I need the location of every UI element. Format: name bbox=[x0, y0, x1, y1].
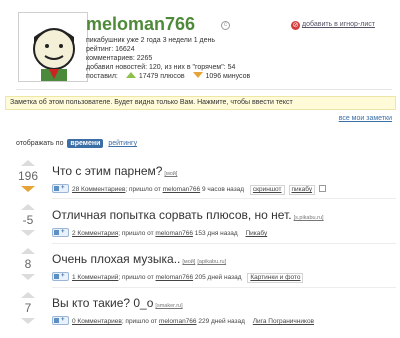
downvote-arrow-icon[interactable] bbox=[21, 186, 35, 192]
post-age: 205 дней назад bbox=[194, 274, 242, 281]
plus-arrow-icon bbox=[125, 72, 136, 78]
post-item: 7 Вы кто такие? 0_о [smaker.ru] +0 Коммен… bbox=[12, 292, 396, 337]
stat-line: добавил новостей: 120, из них в "горячем… bbox=[86, 64, 236, 71]
downvote-arrow-icon[interactable] bbox=[21, 274, 35, 280]
post-title-line: Вы кто такие? 0_о [smaker.ru] bbox=[52, 296, 183, 310]
username[interactable]: meloman766 bbox=[86, 14, 195, 35]
posted-by-label: ; пришло от bbox=[118, 274, 154, 281]
post-age: 229 дней назад bbox=[198, 318, 245, 325]
vote-box: -5 bbox=[12, 204, 44, 236]
post-domain[interactable]: [smaker.ru] bbox=[155, 303, 182, 309]
post-title[interactable]: Отличная попытка сорвать плюсов, но нет. bbox=[52, 208, 292, 222]
pluses-count: 17479 плюсов bbox=[138, 73, 185, 80]
post-title[interactable]: Вы кто такие? 0_о bbox=[52, 296, 153, 310]
post-domain[interactable]: [s.pikabu.ru] bbox=[294, 215, 324, 221]
post-title-line: Очень плохая музыка.. [мой] [apikabu.ru] bbox=[52, 252, 226, 266]
author-link[interactable]: meloman766 bbox=[156, 274, 194, 281]
votes-given: поставил: 17479 плюсов 1096 минусов bbox=[86, 72, 250, 81]
author-link[interactable]: meloman766 bbox=[159, 318, 197, 325]
vote-box: 7 bbox=[12, 292, 44, 324]
posted-by-label: ; пришло от bbox=[125, 186, 161, 193]
vote-box: 196 bbox=[12, 160, 44, 192]
comments-toggle-icon[interactable]: + bbox=[52, 316, 69, 325]
post-title[interactable]: Очень плохая музыка.. bbox=[52, 252, 180, 266]
tag-link[interactable]: Лига Пограничников bbox=[253, 318, 314, 325]
post-meta: +1 Комментарий; пришло от meloman766 205… bbox=[52, 272, 304, 283]
divider bbox=[52, 243, 396, 244]
tag-link[interactable]: Пикабу bbox=[245, 230, 267, 237]
post-age: 9 часов назад bbox=[201, 186, 245, 193]
profile-card: meloman766 c ⊘ добавить в игнор-лист пика… bbox=[16, 10, 392, 90]
post-score: 8 bbox=[24, 257, 32, 271]
select-checkbox[interactable] bbox=[319, 185, 327, 192]
comments-link[interactable]: 1 Комментарий bbox=[72, 274, 118, 281]
post-score: -5 bbox=[22, 213, 34, 227]
post-domain[interactable]: [мой] bbox=[164, 171, 177, 177]
comments-link[interactable]: 0 Комментариев bbox=[72, 318, 122, 325]
info-icon[interactable]: c bbox=[221, 21, 230, 30]
vote-box: 8 bbox=[12, 248, 44, 280]
comments-link[interactable]: 2 Комментария bbox=[72, 230, 118, 237]
stat-line: комментариев: 2265 bbox=[86, 55, 153, 62]
comments-toggle-icon[interactable]: + bbox=[52, 272, 69, 281]
stat-line: пикабушник уже 2 года 3 недели 1 день bbox=[86, 37, 216, 44]
user-note-field[interactable]: Заметка об этом пользователе. Будет видн… bbox=[5, 96, 396, 110]
minuses-count: 1096 минусов bbox=[205, 73, 251, 80]
comments-toggle-icon[interactable]: + bbox=[52, 228, 69, 237]
sort-controls: отображать по времени рейтингу bbox=[16, 139, 137, 148]
post-title-line: Что с этим парнем? [мой] bbox=[52, 164, 177, 178]
author-link[interactable]: meloman766 bbox=[163, 186, 201, 193]
upvote-arrow-icon[interactable] bbox=[21, 204, 35, 210]
minus-arrow-icon bbox=[192, 72, 203, 78]
post-meta: +28 Комментариев; пришло от meloman766 9… bbox=[52, 184, 327, 195]
gave-label: поставил: bbox=[86, 73, 118, 80]
block-icon: ⊘ bbox=[291, 21, 300, 30]
upvote-arrow-icon[interactable] bbox=[21, 248, 35, 254]
divider bbox=[52, 287, 396, 288]
tag-link[interactable]: пикабу bbox=[288, 185, 316, 195]
post-title[interactable]: Что с этим парнем? bbox=[52, 164, 162, 178]
upvote-arrow-icon[interactable] bbox=[21, 160, 35, 166]
sort-by-rating-link[interactable]: рейтингу bbox=[108, 140, 137, 147]
avatar bbox=[18, 12, 88, 82]
comments-toggle-icon[interactable]: + bbox=[52, 184, 69, 193]
posted-by-label: ; пришло от bbox=[121, 318, 158, 325]
post-domain[interactable]: [apikabu.ru] bbox=[197, 259, 226, 265]
user-stats: пикабушник уже 2 года 3 недели 1 день ре… bbox=[86, 36, 250, 81]
post-domain[interactable]: [мой] bbox=[182, 259, 195, 265]
author-link[interactable]: meloman766 bbox=[155, 230, 193, 237]
sort-by-time-button[interactable]: времени bbox=[67, 139, 104, 148]
posted-by-label: ; пришло от bbox=[118, 230, 154, 237]
tag-link[interactable]: Картинки и фото bbox=[247, 273, 304, 283]
post-meta: +2 Комментария; пришло от meloman766 153… bbox=[52, 228, 267, 238]
downvote-arrow-icon[interactable] bbox=[21, 230, 35, 236]
tag-link[interactable]: скриншот bbox=[249, 185, 285, 195]
post-title-line: Отличная попытка сорвать плюсов, но нет.… bbox=[52, 208, 324, 222]
post-score: 196 bbox=[17, 169, 39, 183]
downvote-arrow-icon[interactable] bbox=[21, 318, 35, 324]
post-age: 153 дня назад bbox=[194, 230, 238, 237]
add-to-ignore-link[interactable]: ⊘ добавить в игнор-лист bbox=[291, 21, 375, 30]
divider bbox=[52, 198, 396, 199]
ignore-label: добавить в игнор-лист bbox=[302, 21, 375, 28]
comments-link[interactable]: 28 Комментариев bbox=[72, 186, 125, 193]
post-meta: +0 Комментариев; пришло от meloman766 22… bbox=[52, 316, 314, 326]
sort-label: отображать по bbox=[16, 140, 64, 147]
upvote-arrow-icon[interactable] bbox=[21, 292, 35, 298]
post-score: 7 bbox=[24, 301, 32, 315]
all-notes-link[interactable]: все мои заметки bbox=[339, 115, 392, 122]
stat-line: рейтинг: 16624 bbox=[86, 46, 135, 53]
